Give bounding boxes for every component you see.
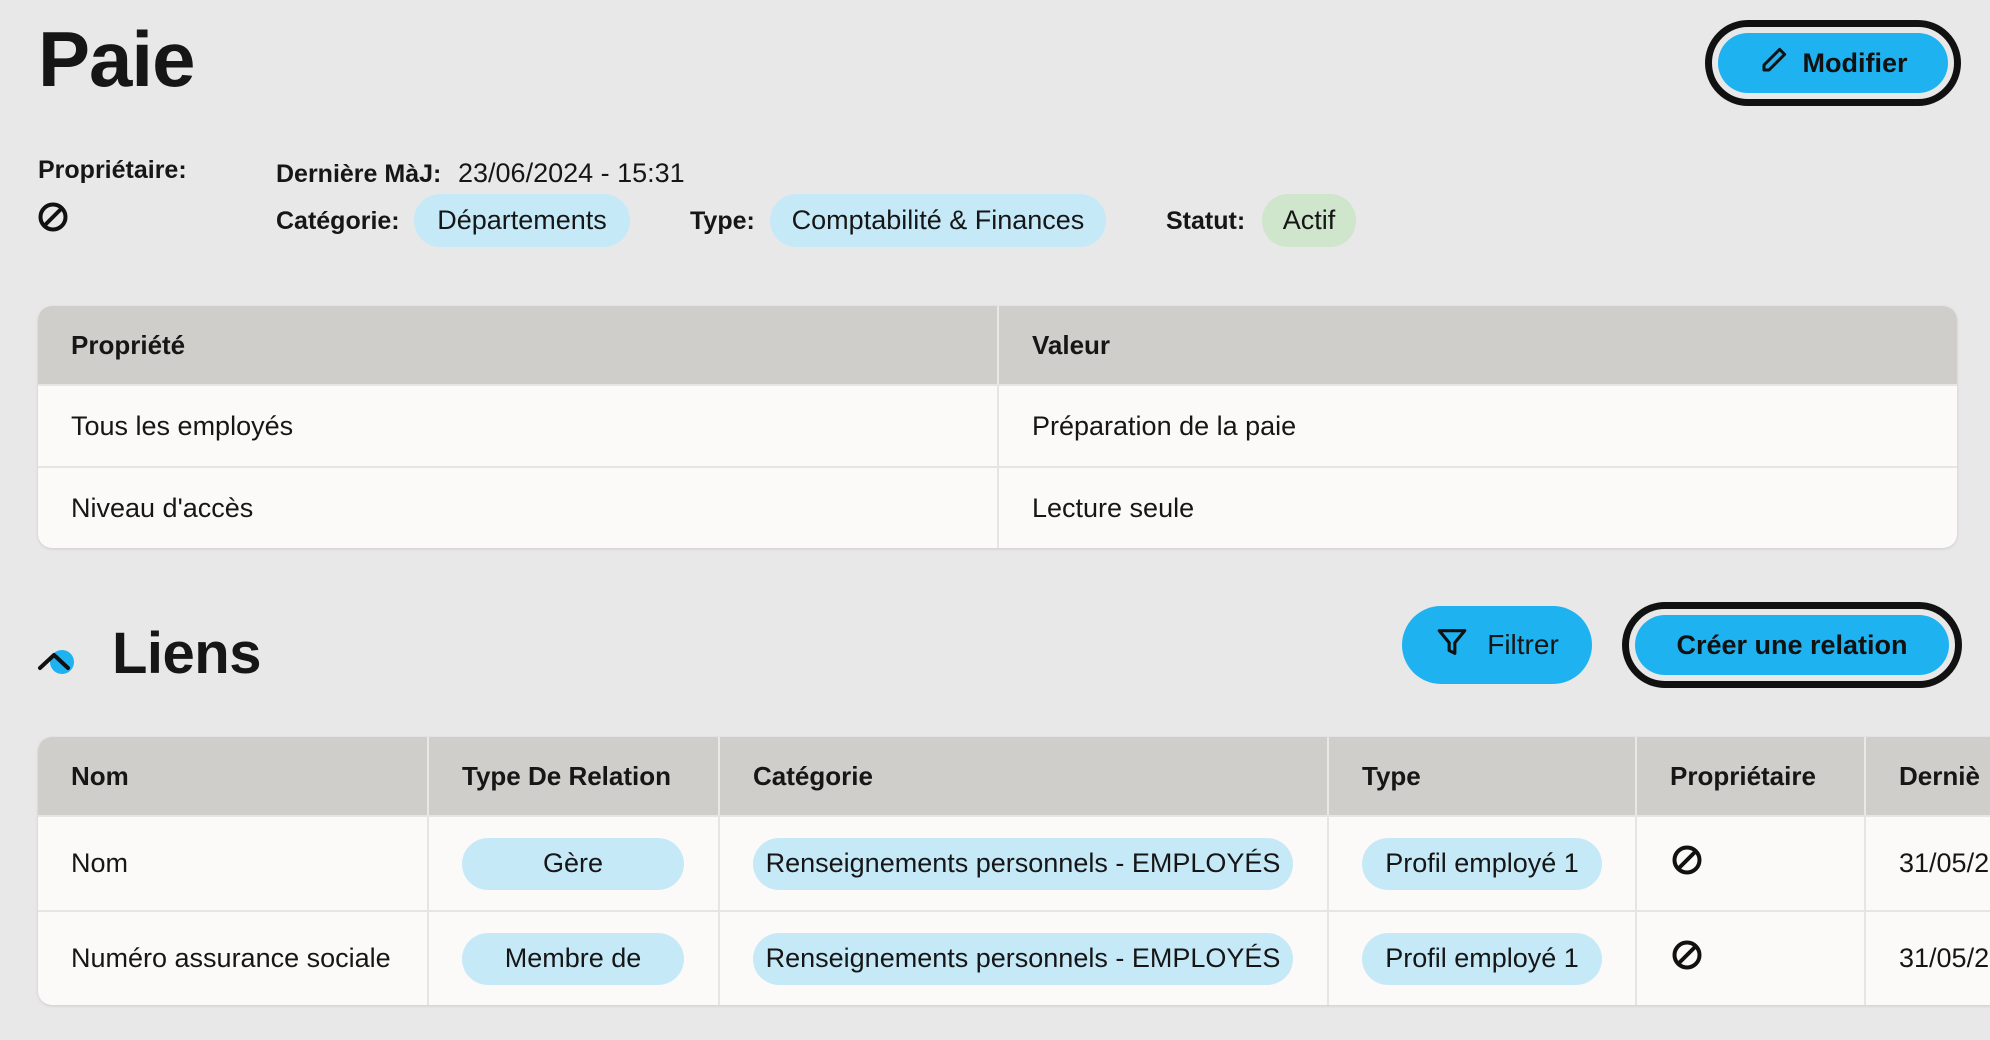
type-cell: Profil employé 1	[1329, 817, 1637, 910]
column-header-category[interactable]: Catégorie	[720, 737, 1329, 815]
status-badge: Actif	[1262, 194, 1356, 247]
type-chip: Comptabilité & Finances	[770, 194, 1106, 247]
owner-cell	[1637, 817, 1866, 910]
value-cell: Préparation de la paie	[1032, 410, 1297, 441]
filter-button[interactable]: Filtrer	[1402, 606, 1592, 684]
type-cell: Profil employé 1	[1329, 912, 1637, 1005]
type-chip: Profil employé 1	[1362, 837, 1602, 890]
owner-cell	[1637, 912, 1866, 1005]
page-title: Paie	[38, 15, 195, 103]
category-chip: Renseignements personnels - EMPLOYÉS	[753, 932, 1293, 985]
relation-type-chip: Membre de	[462, 932, 684, 985]
table-header: Propriété Valeur	[38, 306, 1957, 384]
category-cell: Renseignements personnels - EMPLOYÉS	[720, 912, 1329, 1005]
column-header-relation-type[interactable]: Type De Relation	[429, 737, 720, 815]
value-cell: Lecture seule	[1032, 492, 1195, 523]
no-owner-icon	[36, 200, 70, 234]
last-update-cell: 31/05/2	[1899, 848, 1990, 878]
create-relation-label: Créer une relation	[1676, 629, 1908, 660]
category-cell: Renseignements personnels - EMPLOYÉS	[720, 817, 1329, 910]
column-header-owner[interactable]: Propriétaire	[1637, 737, 1866, 815]
table-header: Nom Type De Relation Catégorie Type Prop…	[38, 737, 1990, 815]
column-header-last-update[interactable]: Derniè	[1866, 737, 1990, 815]
create-relation-button[interactable]: Créer une relation	[1622, 602, 1962, 688]
name-cell: Nom	[38, 817, 429, 910]
column-header-value: Valeur	[1032, 329, 1111, 360]
properties-table: Propriété Valeur Tous les employés Prépa…	[38, 306, 1957, 548]
edit-button[interactable]: Modifier	[1705, 20, 1961, 106]
table-row[interactable]: Numéro assurance sociale Membre de Rense…	[38, 910, 1990, 1005]
links-section-title: Liens	[112, 621, 262, 686]
column-header-property: Propriété	[38, 306, 999, 384]
category-chip: Départements	[414, 194, 630, 247]
column-header-name[interactable]: Nom	[38, 737, 429, 815]
filter-button-label: Filtrer	[1487, 629, 1559, 660]
type-label: Type:	[690, 207, 755, 235]
filter-icon	[1435, 625, 1469, 666]
no-owner-icon	[1670, 938, 1704, 979]
relation-type-cell: Gère	[429, 817, 720, 910]
property-cell: Tous les employés	[38, 386, 999, 466]
table-row: Tous les employés Préparation de la paie	[38, 384, 1957, 466]
last-update-cell: 31/05/2	[1899, 943, 1990, 973]
category-chip: Renseignements personnels - EMPLOYÉS	[753, 837, 1293, 890]
relation-type-cell: Membre de	[429, 912, 720, 1005]
category-label: Catégorie:	[276, 207, 400, 235]
table-row[interactable]: Nom Gère Renseignements personnels - EMP…	[38, 815, 1990, 910]
relation-type-chip: Gère	[462, 837, 684, 890]
name-cell: Numéro assurance sociale	[38, 912, 429, 1005]
table-row: Niveau d'accès Lecture seule	[38, 466, 1957, 548]
type-chip: Profil employé 1	[1362, 932, 1602, 985]
edit-button-label: Modifier	[1802, 47, 1908, 78]
collapse-chevron-icon[interactable]	[36, 642, 80, 681]
status-label: Statut:	[1166, 207, 1246, 235]
links-table: Nom Type De Relation Catégorie Type Prop…	[38, 737, 1990, 1005]
owner-label: Propriétaire:	[38, 156, 187, 184]
no-owner-icon	[1670, 843, 1704, 884]
last-update-value: 23/06/2024 - 15:31	[458, 158, 685, 188]
last-update-label: Dernière MàJ:	[276, 160, 442, 188]
column-header-type[interactable]: Type	[1329, 737, 1637, 815]
pencil-icon	[1759, 45, 1789, 82]
property-cell: Niveau d'accès	[38, 468, 999, 548]
